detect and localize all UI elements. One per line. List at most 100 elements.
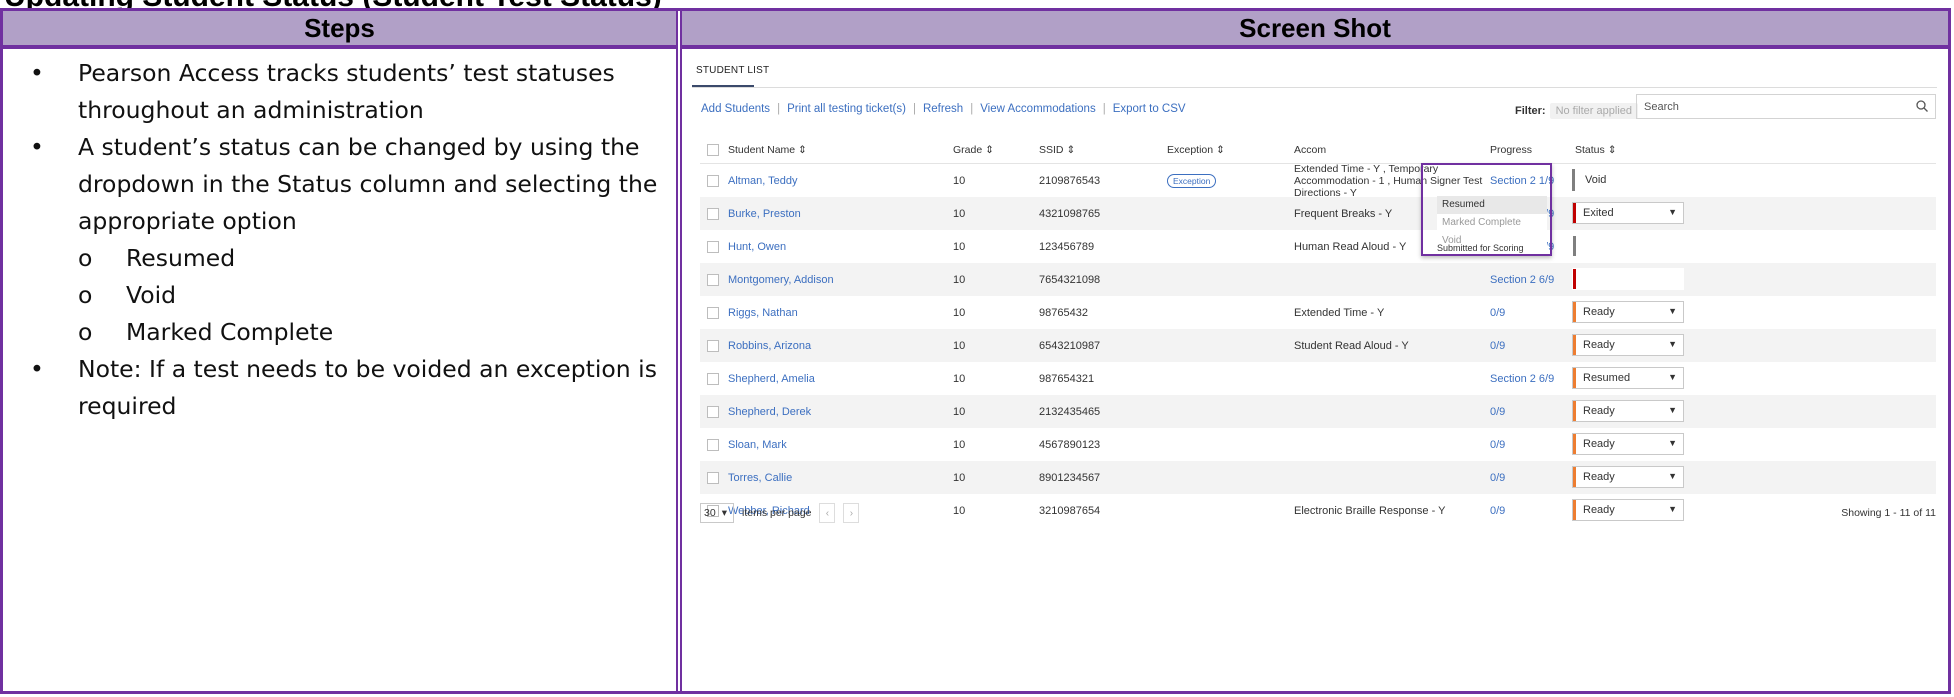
- table-row: Sloan, Mark 10 4567890123 0/9 Ready ▼: [700, 428, 1936, 461]
- caret-down-icon: ▼: [1668, 207, 1677, 217]
- sort-icon[interactable]: ⇕: [1608, 144, 1617, 156]
- row-checkbox[interactable]: [707, 273, 719, 286]
- search-input[interactable]: Search: [1636, 94, 1936, 119]
- separator: |: [970, 103, 974, 115]
- col-grade[interactable]: Grade ⇕: [953, 136, 994, 163]
- select-all-checkbox[interactable]: [707, 143, 719, 156]
- print-tickets-link[interactable]: Print all testing ticket(s): [787, 103, 906, 115]
- row-checkbox[interactable]: [707, 306, 719, 319]
- col-ssid[interactable]: SSID ⇕: [1039, 136, 1075, 163]
- search-icon[interactable]: [1915, 99, 1929, 113]
- student-name-link[interactable]: Shepherd, Amelia: [728, 362, 815, 395]
- status-select[interactable]: Ready ▼: [1572, 334, 1684, 356]
- student-name-link[interactable]: Shepherd, Derek: [728, 395, 811, 428]
- view-accommodations-link[interactable]: View Accommodations: [980, 103, 1095, 115]
- progress-link[interactable]: 0/9: [1490, 461, 1505, 494]
- row-checkbox[interactable]: [707, 339, 719, 352]
- student-name-link[interactable]: Sloan, Mark: [728, 428, 787, 461]
- col-progress: Progress: [1490, 143, 1533, 156]
- filter-value[interactable]: No filter applied: [1549, 103, 1638, 119]
- status-select[interactable]: Ready ▼: [1572, 433, 1684, 455]
- row-checkbox[interactable]: [707, 207, 719, 220]
- per-page-select[interactable]: 30 ▾: [700, 503, 734, 523]
- grade-cell: 10: [953, 471, 966, 484]
- status-select[interactable]: Resumed ▼: [1572, 367, 1684, 389]
- filter-indicator: Filter: No filter applied: [1515, 103, 1638, 119]
- filter-label: Filter:: [1515, 105, 1546, 117]
- status-select[interactable]: Ready ▼: [1572, 400, 1684, 422]
- caret-down-icon: ▼: [1668, 438, 1677, 448]
- status-select[interactable]: Ready ▼: [1572, 466, 1684, 488]
- accom-cell: Electronic Braille Response - Y: [1294, 504, 1446, 517]
- row-checkbox[interactable]: [707, 174, 719, 187]
- row-checkbox[interactable]: [707, 372, 719, 385]
- status-select[interactable]: Ready ▼: [1572, 499, 1684, 521]
- page-heading: Updating Student Status (Student Test St…: [4, 0, 662, 8]
- table-row: Hunt, Owen 10 123456789 Human Read Aloud - …: [700, 230, 1936, 263]
- chevron-down-icon: ▾: [721, 507, 727, 519]
- progress-link[interactable]: 0/9: [1490, 428, 1505, 461]
- tab-student-list[interactable]: STUDENT LIST: [696, 65, 769, 76]
- student-name-link[interactable]: Burke, Preston: [728, 197, 801, 230]
- status-select[interactable]: [1572, 235, 1684, 257]
- col-accom: Accom: [1294, 143, 1327, 156]
- table-header: Student Name ⇕ Grade ⇕ SSID ⇕ Exception …: [700, 136, 1936, 164]
- cut-page-heading: Updating Student Status (Student Test St…: [0, 0, 1954, 8]
- sort-icon[interactable]: ⇕: [798, 144, 807, 156]
- app-screenshot: STUDENT LIST Add Students | Print all tes…: [692, 56, 1942, 676]
- row-checkbox[interactable]: [707, 240, 719, 253]
- ssid-cell: 987654321: [1039, 372, 1095, 385]
- add-students-link[interactable]: Add Students: [701, 103, 770, 115]
- col-student-name[interactable]: Student Name ⇕: [728, 136, 807, 163]
- step-item: • A student’s status can be changed by u…: [30, 129, 670, 240]
- student-name-link[interactable]: Robbins, Arizona: [728, 329, 811, 362]
- caret-down-icon: ▼: [1668, 405, 1677, 415]
- col-exception[interactable]: Exception ⇕: [1167, 136, 1225, 163]
- row-checkbox[interactable]: [707, 438, 719, 451]
- row-checkbox[interactable]: [707, 405, 719, 418]
- per-page-label: items per page: [742, 507, 812, 519]
- export-csv-link[interactable]: Export to CSV: [1113, 103, 1186, 115]
- sub-option: o Marked Complete: [78, 314, 670, 351]
- exception-badge[interactable]: Exception: [1167, 173, 1217, 188]
- ssid-cell: 98765432: [1039, 306, 1088, 319]
- next-page-button[interactable]: ›: [843, 503, 860, 523]
- sort-icon[interactable]: ⇕: [1066, 144, 1075, 156]
- search-placeholder: Search: [1644, 101, 1679, 113]
- prev-page-button[interactable]: ‹: [819, 503, 836, 523]
- refresh-link[interactable]: Refresh: [923, 103, 963, 115]
- student-name-link[interactable]: Altman, Teddy: [728, 164, 798, 197]
- progress-link[interactable]: 0/9: [1490, 494, 1505, 527]
- accom-cell: Student Read Aloud - Y: [1294, 339, 1409, 352]
- ssid-cell: 6543210987: [1039, 339, 1101, 352]
- ssid-cell: 123456789: [1039, 240, 1095, 253]
- screenshot-column-header: Screen Shot: [682, 11, 1948, 45]
- circle-bullet-icon: o: [78, 318, 93, 346]
- progress-link[interactable]: 0/9: [1490, 329, 1505, 362]
- bullet-icon: •: [30, 59, 44, 87]
- status-select[interactable]: Ready ▼: [1572, 301, 1684, 323]
- student-name-link[interactable]: Hunt, Owen: [728, 230, 786, 263]
- table-row: Torres, Callie 10 8901234567 0/9 Ready ▼: [700, 461, 1936, 494]
- caret-down-icon: ▼: [1668, 372, 1677, 382]
- progress-link[interactable]: 0/9: [1490, 296, 1505, 329]
- status-select[interactable]: Exited ▼: [1572, 202, 1684, 224]
- student-name-link[interactable]: Montgomery, Addison: [728, 263, 834, 296]
- table-row: Shepherd, Derek 10 2132435465 0/9 Ready ▼: [700, 395, 1936, 428]
- row-checkbox[interactable]: [707, 471, 719, 484]
- col-status[interactable]: Status ⇕: [1575, 136, 1617, 163]
- student-name-link[interactable]: Riggs, Nathan: [728, 296, 798, 329]
- sort-icon[interactable]: ⇕: [985, 144, 994, 156]
- steps-column-header: Steps: [3, 11, 676, 45]
- dropdown-highlight-box: [1421, 163, 1552, 256]
- status-select[interactable]: [1572, 268, 1684, 290]
- student-name-link[interactable]: Torres, Callie: [728, 461, 792, 494]
- grade-cell: 10: [953, 372, 966, 385]
- sub-option-label: Marked Complete: [126, 318, 334, 346]
- progress-link[interactable]: Section 2 6/9: [1490, 263, 1554, 296]
- progress-link[interactable]: Section 2 6/9: [1490, 362, 1554, 395]
- accom-cell: Frequent Breaks - Y: [1294, 207, 1393, 220]
- action-bar: Add Students | Print all testing ticket(s…: [701, 103, 1186, 115]
- sort-icon[interactable]: ⇕: [1216, 144, 1225, 156]
- progress-link[interactable]: 0/9: [1490, 395, 1505, 428]
